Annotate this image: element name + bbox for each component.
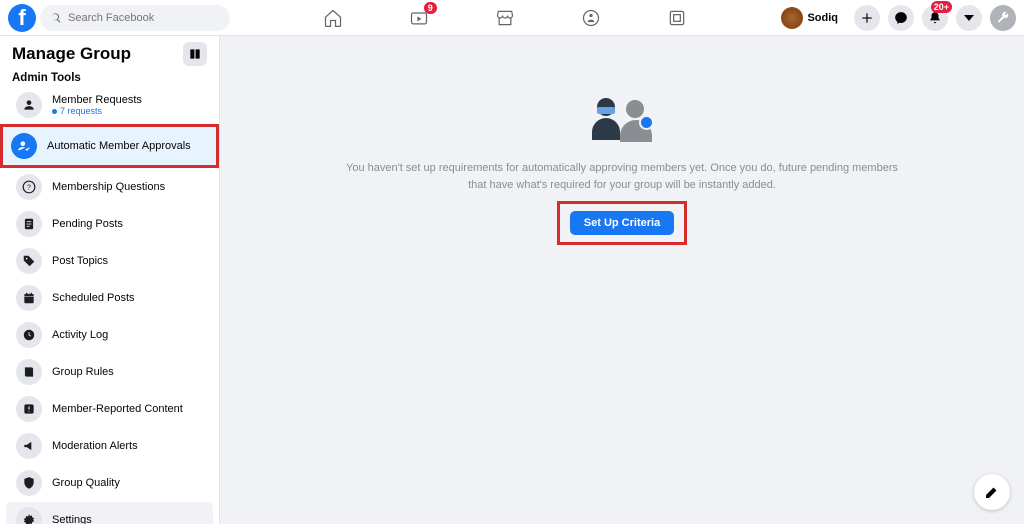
sidebar-item-moderation-alerts[interactable]: Moderation Alerts xyxy=(6,428,213,464)
gaming-icon xyxy=(667,8,687,28)
sidebar: Manage Group Admin Tools Member Requests… xyxy=(0,36,220,524)
search-icon xyxy=(50,12,62,24)
sidebar-item-label: Member-Reported Content xyxy=(52,403,183,415)
top-navbar: f 9 Sodiq 20+ xyxy=(0,0,1024,36)
facebook-logo[interactable]: f xyxy=(8,4,36,32)
sidebar-item-pending-posts[interactable]: Pending Posts xyxy=(6,206,213,242)
nav-gaming[interactable] xyxy=(663,4,691,32)
body: Manage Group Admin Tools Member Requests… xyxy=(0,36,1024,524)
set-up-criteria-button[interactable]: Set Up Criteria xyxy=(570,211,674,235)
notifications-badge: 20+ xyxy=(931,1,952,13)
compose-button[interactable] xyxy=(974,474,1010,510)
sidebar-item-label: Pending Posts xyxy=(52,218,123,230)
sidebar-item-scheduled-posts[interactable]: Scheduled Posts xyxy=(6,280,213,316)
nav-watch[interactable]: 9 xyxy=(405,4,433,32)
messenger-button[interactable] xyxy=(888,5,914,31)
avatar xyxy=(781,7,803,29)
sidebar-item-label: Automatic Member Approvals xyxy=(47,140,191,152)
compose-icon xyxy=(983,483,1001,501)
shield-icon xyxy=(16,470,42,496)
gear-icon xyxy=(16,507,42,524)
watch-badge: 9 xyxy=(424,2,437,14)
calendar-icon xyxy=(16,285,42,311)
profile-pill[interactable]: Sodiq xyxy=(779,5,846,31)
sidebar-item-label: Activity Log xyxy=(52,329,108,341)
account-menu[interactable] xyxy=(956,5,982,31)
person-icon xyxy=(16,92,42,118)
sidebar-item-post-topics[interactable]: Post Topics xyxy=(6,243,213,279)
group-icon xyxy=(188,47,202,61)
sidebar-item-member-requests[interactable]: Member Requests 7 requests xyxy=(6,87,213,123)
nav-marketplace[interactable] xyxy=(491,4,519,32)
empty-state-illustration xyxy=(592,86,652,142)
section-admin-tools: Admin Tools xyxy=(0,68,219,86)
sidebar-item-sublabel: 7 requests xyxy=(52,106,142,116)
tag-icon xyxy=(16,248,42,274)
plus-icon xyxy=(860,11,874,25)
megaphone-icon xyxy=(16,433,42,459)
sidebar-item-label: Membership Questions xyxy=(52,181,165,193)
sidebar-item-label: Post Topics xyxy=(52,255,108,267)
chevron-down-icon xyxy=(964,15,974,21)
search-input[interactable] xyxy=(68,12,220,24)
svg-text:?: ? xyxy=(27,184,31,191)
document-icon xyxy=(16,211,42,237)
notifications-button[interactable]: 20+ xyxy=(922,5,948,31)
sidebar-item-settings[interactable]: Settings xyxy=(6,502,213,524)
empty-state-message: You haven't set up requirements for auto… xyxy=(342,160,902,193)
nav-home[interactable] xyxy=(319,4,347,32)
sidebar-item-label: Moderation Alerts xyxy=(52,440,138,452)
marketplace-icon xyxy=(495,8,515,28)
groups-icon xyxy=(581,8,601,28)
clock-icon xyxy=(16,322,42,348)
wrench-icon xyxy=(996,11,1010,25)
group-shortcut-button[interactable] xyxy=(183,42,207,66)
sidebar-item-label: Member Requests xyxy=(52,94,142,106)
main-content: You haven't set up requirements for auto… xyxy=(220,36,1024,524)
book-icon xyxy=(16,359,42,385)
alert-icon xyxy=(16,396,42,422)
nav-center: 9 xyxy=(230,4,779,32)
sidebar-item-activity-log[interactable]: Activity Log xyxy=(6,317,213,353)
sidebar-item-membership-questions[interactable]: ? Membership Questions xyxy=(6,169,213,205)
sidebar-title: Manage Group xyxy=(12,44,131,64)
nav-groups[interactable] xyxy=(577,4,605,32)
cta-highlight: Set Up Criteria xyxy=(557,201,687,245)
sidebar-item-label: Settings xyxy=(52,514,92,524)
question-icon: ? xyxy=(16,174,42,200)
sidebar-item-label: Scheduled Posts xyxy=(52,292,135,304)
messenger-icon xyxy=(894,11,908,25)
create-button[interactable] xyxy=(854,5,880,31)
profile-name: Sodiq xyxy=(807,12,838,24)
sidebar-item-reported-content[interactable]: Member-Reported Content xyxy=(6,391,213,427)
sidebar-item-automatic-approvals[interactable]: Automatic Member Approvals xyxy=(0,124,219,168)
sidebar-item-label: Group Rules xyxy=(52,366,114,378)
sidebar-item-group-rules[interactable]: Group Rules xyxy=(6,354,213,390)
sidebar-item-group-quality[interactable]: Group Quality xyxy=(6,465,213,501)
wrench-button[interactable] xyxy=(990,5,1016,31)
nav-right: Sodiq 20+ xyxy=(779,5,1016,31)
search-container[interactable] xyxy=(40,5,230,31)
sidebar-item-label: Group Quality xyxy=(52,477,120,489)
bell-icon xyxy=(928,11,942,25)
home-icon xyxy=(323,8,343,28)
person-check-icon xyxy=(11,133,37,159)
